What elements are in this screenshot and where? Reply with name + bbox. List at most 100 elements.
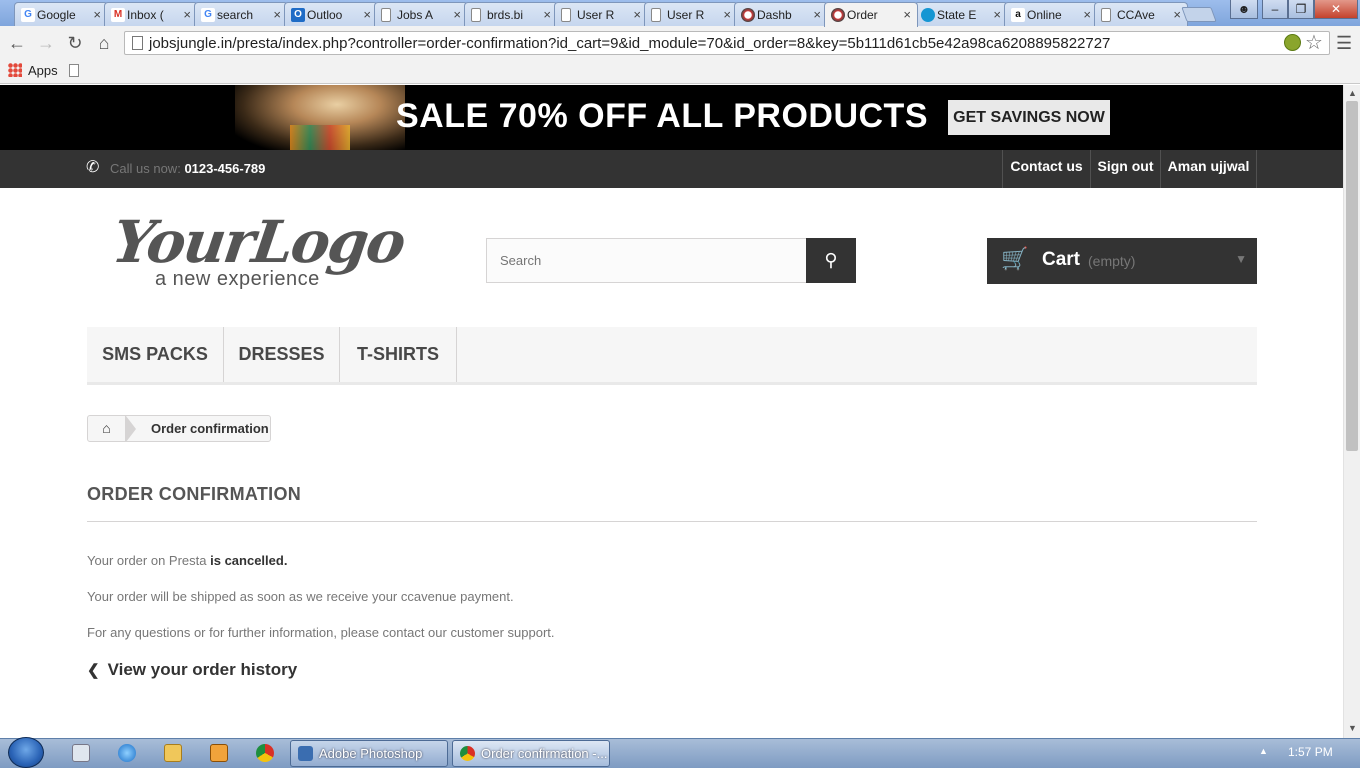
tab-jobs[interactable]: Jobs A × xyxy=(374,2,468,26)
home-button[interactable]: ⌂ xyxy=(94,33,114,54)
start-button[interactable] xyxy=(8,737,44,768)
page-scrollbar[interactable]: ▲ ▼ xyxy=(1343,85,1360,738)
order-status-text: Your order on Presta is cancelled. xyxy=(87,553,287,568)
tab-outlook[interactable]: O Outloo × xyxy=(284,2,378,26)
tab-inbox[interactable]: M Inbox (× xyxy=(104,2,198,26)
reload-button[interactable]: ↻ xyxy=(65,33,85,54)
web-page: SALE 70% OFF ALL PRODUCTS GET SAVINGS NO… xyxy=(0,85,1343,738)
home-icon: ⌂ xyxy=(98,33,110,53)
get-savings-button[interactable]: GET SAVINGS NOW xyxy=(948,100,1110,135)
promo-banner[interactable]: SALE 70% OFF ALL PRODUCTS GET SAVINGS NO… xyxy=(0,85,1343,150)
page-icon xyxy=(132,36,143,50)
file-explorer-icon[interactable] xyxy=(164,744,182,762)
window-close-button[interactable]: ✕ xyxy=(1314,0,1358,19)
breadcrumb-separator xyxy=(126,416,136,442)
support-note: For any questions or for further informa… xyxy=(87,625,555,640)
bookmark-star-icon[interactable]: ☆ xyxy=(1305,30,1323,55)
logo-main-text: YourLogo xyxy=(108,208,409,276)
scroll-up-icon[interactable]: ▲ xyxy=(1348,88,1357,98)
scroll-down-icon[interactable]: ▼ xyxy=(1348,723,1357,733)
media-player-icon[interactable] xyxy=(210,744,228,762)
maximize-button[interactable]: ❐ xyxy=(1288,0,1314,19)
back-button[interactable]: ← xyxy=(7,33,27,54)
search-input[interactable] xyxy=(486,238,807,283)
cart-status: (empty) xyxy=(1088,253,1136,269)
close-icon[interactable]: × xyxy=(273,7,281,22)
system-clock[interactable]: 1:57 PM xyxy=(1288,745,1333,759)
tab-user-r-1[interactable]: User R × xyxy=(554,2,648,26)
prestashop-icon xyxy=(741,8,755,22)
new-tab-button[interactable] xyxy=(1181,7,1217,22)
chevron-left-icon: ❮ xyxy=(87,662,100,679)
outlook-icon: O xyxy=(291,8,305,22)
menu-item-sms-packs[interactable]: SMS PACKS xyxy=(87,327,224,382)
tab-google[interactable]: G Google × xyxy=(14,2,108,26)
close-icon[interactable]: × xyxy=(453,7,461,22)
sale-headline: SALE 70% OFF ALL PRODUCTS xyxy=(396,97,928,135)
tab-search[interactable]: Gsearch × xyxy=(194,2,288,26)
address-bar[interactable]: jobsjungle.in/presta/index.php?controlle… xyxy=(124,31,1330,55)
heading-divider xyxy=(87,521,1257,522)
menu-item-dresses[interactable]: DRESSES xyxy=(224,327,340,382)
close-icon[interactable]: × xyxy=(363,7,371,22)
close-icon[interactable]: × xyxy=(93,7,101,22)
tab-state-bank[interactable]: State E × xyxy=(914,2,1008,26)
tab-online[interactable]: a Online × xyxy=(1004,2,1098,26)
account-link[interactable]: Aman ujjwal xyxy=(1160,150,1257,188)
banner-model-image xyxy=(235,85,405,150)
chrome-icon[interactable] xyxy=(256,744,274,762)
google-icon: G xyxy=(21,8,35,22)
extension-icon[interactable] xyxy=(1284,34,1301,51)
apps-grid-icon xyxy=(8,63,22,77)
taskbar-photoshop[interactable]: Adobe Photoshop xyxy=(290,740,448,767)
prestashop-icon xyxy=(831,8,845,22)
store-logo[interactable]: YourLogo a new experience xyxy=(108,208,408,298)
minimize-icon: – xyxy=(1271,2,1279,16)
sign-out-link[interactable]: Sign out xyxy=(1090,150,1160,188)
cart-block[interactable]: 🛒 Cart (empty) ▼ xyxy=(987,238,1257,284)
user-profile-button[interactable]: ☻ xyxy=(1230,0,1258,19)
search-button[interactable]: ⚲ xyxy=(806,238,856,283)
google-icon: G xyxy=(201,8,215,22)
apps-bookmark[interactable]: Apps xyxy=(8,63,58,78)
calculator-icon[interactable] xyxy=(72,744,90,762)
menu-item-t-shirts[interactable]: T-SHIRTS xyxy=(340,327,457,382)
tray-expand-icon[interactable]: ▲ xyxy=(1259,746,1268,756)
taskbar-photoshop-label: Adobe Photoshop xyxy=(319,746,423,761)
close-icon[interactable]: × xyxy=(1173,7,1181,22)
close-icon[interactable]: × xyxy=(183,7,191,22)
forward-button[interactable]: → xyxy=(36,33,56,54)
close-icon[interactable]: × xyxy=(993,7,1001,22)
phone-number: 0123-456-789 xyxy=(184,161,266,176)
page-icon xyxy=(471,8,481,22)
scroll-thumb[interactable] xyxy=(1346,101,1358,451)
close-icon[interactable]: × xyxy=(813,7,821,22)
close-icon[interactable]: × xyxy=(543,7,551,22)
internet-explorer-icon[interactable] xyxy=(118,744,136,762)
chrome-icon xyxy=(460,746,475,761)
arrow-left-icon: ← xyxy=(8,33,26,53)
tab-order-active[interactable]: Order × xyxy=(824,2,918,27)
order-history-link[interactable]: ❮ View your order history xyxy=(87,660,297,680)
contact-us-link[interactable]: Contact us xyxy=(1002,150,1090,188)
breadcrumb-home-link[interactable]: ⌂ xyxy=(88,416,126,441)
cart-label: Cart xyxy=(1042,249,1081,270)
arrow-right-icon: → xyxy=(37,33,55,53)
tab-ccavenue[interactable]: CCAve × xyxy=(1094,2,1188,26)
tab-user-r-2[interactable]: User R × xyxy=(644,2,738,26)
status-prefix: Your order on Presta xyxy=(87,553,207,568)
page-title: ORDER CONFIRMATION xyxy=(87,484,302,504)
close-icon[interactable]: × xyxy=(1083,7,1091,22)
tab-brds[interactable]: brds.bi × xyxy=(464,2,558,26)
taskbar-chrome-window[interactable]: Order confirmation -... xyxy=(452,740,610,767)
close-icon[interactable]: × xyxy=(723,7,731,22)
chevron-down-icon: ▼ xyxy=(1235,252,1247,266)
minimize-button[interactable]: – xyxy=(1262,0,1288,19)
tab-dashboard[interactable]: Dashb × xyxy=(734,2,828,26)
close-icon[interactable]: × xyxy=(903,7,911,22)
close-icon[interactable]: × xyxy=(633,7,641,22)
chrome-menu-icon[interactable]: ☰ xyxy=(1336,33,1352,54)
bookmark-page-icon[interactable] xyxy=(69,64,79,77)
gmail-icon: M xyxy=(111,8,125,22)
page-icon xyxy=(651,8,661,22)
